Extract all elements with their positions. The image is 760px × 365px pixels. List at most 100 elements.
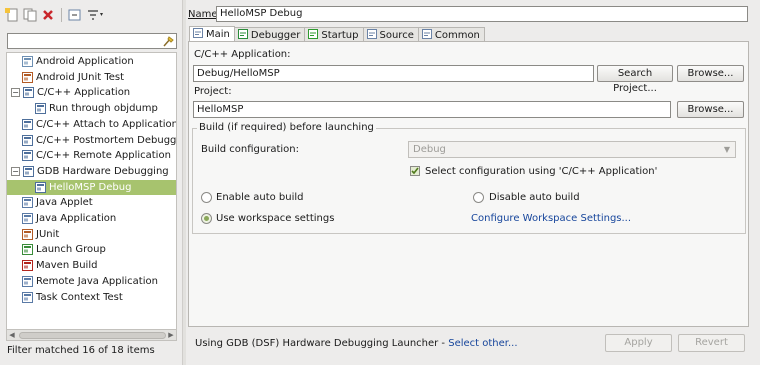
- configure-workspace-link[interactable]: Configure Workspace Settings...: [471, 213, 631, 224]
- disable-auto-build-label: Disable auto build: [489, 192, 580, 203]
- source-tab-icon: [366, 28, 377, 42]
- build-group-title: Build (if required) before launching: [197, 122, 376, 133]
- tree-item[interactable]: Java Application: [7, 211, 176, 226]
- tab-label: Debugger: [250, 29, 301, 41]
- launch-config-tree[interactable]: Android Application Android JUnit Test − C/…: [6, 52, 177, 329]
- expand-toggle-icon[interactable]: −: [11, 166, 20, 176]
- tree-item-label: Android Application: [36, 56, 134, 67]
- browse-project-button[interactable]: Browse...: [677, 101, 744, 118]
- task-context-icon: [22, 291, 33, 303]
- tree-item[interactable]: Java Applet: [7, 195, 176, 210]
- app-field[interactable]: Debug/HelloMSP: [193, 65, 594, 82]
- tree-item-label: Maven Build: [36, 260, 98, 272]
- sash[interactable]: [182, 0, 186, 365]
- tree-item-label: Java Applet: [36, 197, 93, 209]
- common-tab-icon: [421, 28, 432, 42]
- project-field[interactable]: HelloMSP: [193, 101, 671, 118]
- tree-item-label: JUnit: [36, 228, 60, 240]
- select-config-checkbox[interactable]: [410, 166, 420, 176]
- enable-auto-build-label: Enable auto build: [216, 192, 304, 203]
- build-config-value: Debug: [413, 144, 446, 155]
- tree-item[interactable]: C/C++ Attach to Application: [7, 117, 176, 132]
- select-config-label: Select configuration using 'C/C++ Applic…: [425, 166, 658, 177]
- tree-item-label: Launch Group: [36, 244, 106, 256]
- browse-app-button[interactable]: Browse...: [677, 65, 744, 82]
- new-configuration-icon[interactable]: [4, 7, 20, 23]
- project-label: Project:: [194, 86, 232, 97]
- c-hw-icon: [23, 165, 34, 177]
- tree-item[interactable]: Task Context Test: [7, 290, 176, 305]
- filter-input[interactable]: [8, 34, 158, 48]
- tab-startup[interactable]: Startup: [304, 27, 364, 42]
- name-field[interactable]: HelloMSP Debug: [216, 6, 748, 22]
- launch-config-toolbar: [4, 4, 107, 26]
- build-config-select[interactable]: Debug ▼: [408, 141, 736, 158]
- select-other-link[interactable]: Select other...: [448, 338, 517, 349]
- scroll-right-icon[interactable]: ▶: [167, 331, 175, 340]
- use-workspace-radio[interactable]: [201, 213, 212, 224]
- c-postmortem-icon: [22, 134, 33, 146]
- filter-icon[interactable]: [85, 7, 107, 23]
- scroll-thumb[interactable]: [19, 332, 166, 339]
- filter-field[interactable]: [7, 33, 177, 49]
- filter-status: Filter matched 16 of 18 items: [7, 345, 155, 356]
- tree-item[interactable]: Run through objdump: [7, 101, 176, 116]
- horizontal-scrollbar[interactable]: ◀ ▶: [6, 329, 177, 341]
- delete-icon[interactable]: [40, 7, 56, 23]
- tab-source[interactable]: Source: [362, 27, 419, 42]
- tree-item[interactable]: C/C++ Remote Application: [7, 148, 176, 163]
- tab-debugger[interactable]: Debugger: [233, 27, 306, 42]
- build-config-label: Build configuration:: [201, 144, 299, 155]
- tree-item-label: C/C++ Remote Application: [36, 150, 171, 162]
- scroll-left-icon[interactable]: ◀: [8, 331, 16, 340]
- expand-toggle-icon[interactable]: −: [11, 88, 20, 98]
- tree-item[interactable]: Android Application: [7, 54, 176, 69]
- c-hw-icon: [35, 181, 46, 193]
- tab-common[interactable]: Common: [417, 27, 485, 42]
- toolbar-separator: [61, 8, 62, 22]
- tree-item[interactable]: Launch Group: [7, 242, 176, 257]
- disable-auto-build-radio[interactable]: [473, 192, 484, 203]
- duplicate-icon[interactable]: [22, 7, 38, 23]
- app-label: C/C++ Application:: [194, 49, 291, 60]
- tree-item-label: Remote Java Application: [36, 275, 158, 287]
- tree-item-label: Java Application: [36, 213, 117, 224]
- collapse-all-icon[interactable]: [67, 7, 83, 23]
- c-remote-icon: [22, 150, 33, 162]
- tree-item[interactable]: Remote Java Application: [7, 274, 176, 289]
- debugger-tab-icon: [237, 28, 248, 42]
- tree-item-label: Task Context Test: [36, 291, 123, 303]
- remote-java-icon: [22, 275, 33, 287]
- search-project-button[interactable]: Search Project...: [597, 65, 673, 94]
- enable-auto-build-radio[interactable]: [201, 192, 212, 203]
- tree-item-label: Run through objdump: [49, 103, 158, 115]
- main-tab-icon: [193, 28, 203, 41]
- java-applet-icon: [22, 197, 33, 209]
- tree-item-label: GDB Hardware Debugging: [37, 165, 169, 177]
- tree-item[interactable]: − C/C++ Application: [7, 85, 176, 100]
- tab-main[interactable]: Main: [189, 26, 235, 42]
- startup-tab-icon: [308, 28, 319, 42]
- tab-label: Source: [379, 29, 414, 41]
- tree-item-label: C/C++ Postmortem Debugger: [36, 134, 177, 146]
- tree-item[interactable]: Android JUnit Test: [7, 70, 176, 85]
- tree-item[interactable]: JUnit: [7, 227, 176, 242]
- revert-button[interactable]: Revert: [678, 334, 745, 352]
- tree-item[interactable]: C/C++ Postmortem Debugger: [7, 133, 176, 148]
- tree-item[interactable]: Maven Build: [7, 258, 176, 273]
- android-app-icon: [22, 56, 33, 67]
- tree-item[interactable]: HelloMSP Debug: [7, 179, 176, 195]
- tree-item-label: HelloMSP Debug: [49, 181, 132, 193]
- tab-label: Common: [434, 29, 480, 41]
- maven-icon: [22, 260, 33, 272]
- clear-filter-icon[interactable]: [162, 35, 174, 47]
- apply-button[interactable]: Apply: [605, 334, 672, 352]
- launch-group-icon: [22, 244, 33, 256]
- tree-item-label: C/C++ Attach to Application: [36, 118, 177, 130]
- tree-item[interactable]: − GDB Hardware Debugging: [7, 164, 176, 179]
- launcher-text: Using GDB (DSF) Hardware Debugging Launc…: [195, 338, 449, 349]
- tab-label: Startup: [321, 29, 359, 41]
- c-app-icon: [23, 87, 34, 99]
- use-workspace-label: Use workspace settings: [216, 213, 335, 224]
- junit-icon: [22, 228, 33, 240]
